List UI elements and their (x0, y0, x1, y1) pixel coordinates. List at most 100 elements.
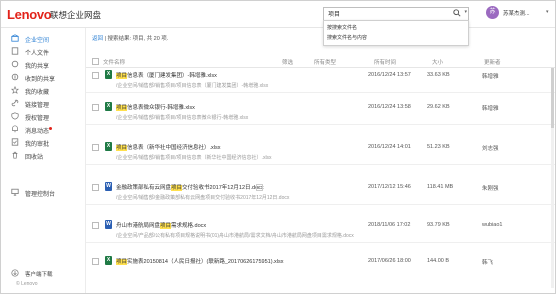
sidebar-item-link-management[interactable]: 链接管理 (1, 97, 85, 110)
column-name[interactable]: 文件名称 (103, 58, 125, 66)
column-size[interactable]: 大小 (432, 58, 443, 66)
word-file-icon: W (105, 220, 112, 229)
sidebar-item-recycle-bin[interactable]: 回收站 (1, 149, 85, 162)
link-icon (11, 99, 19, 107)
file-size: 118.41 MB (427, 184, 454, 190)
version-badge[interactable]: 1 (256, 184, 263, 191)
chevron-down-icon[interactable]: ▾ (464, 9, 467, 15)
search-summary: 搜索结果: 项目, 共 20 项. (107, 36, 169, 42)
file-name[interactable]: 项目信息表（新华社中国经济信息社）.xlsx (116, 143, 221, 151)
search-icon[interactable] (453, 9, 461, 17)
file-path[interactable]: /企业空间/产品部/公有私有项目规格说明书(01)舟山市港航局/需求文档/舟山市… (116, 232, 354, 239)
approval-icon (11, 138, 19, 146)
sidebar-item-my-approval[interactable]: 我的审批 (1, 136, 85, 149)
personal-files-icon (11, 47, 19, 55)
modified-time: 2018/11/06 17:02 (368, 222, 411, 228)
file-name-highlight: 项目 (171, 185, 183, 191)
file-size: 29.62 KB (427, 104, 450, 110)
client-download-label: 客户端下载 (25, 272, 53, 278)
file-size: 33.63 KB (427, 72, 450, 78)
breadcrumb: 返回 | 搜索结果: 项目, 共 20 项. (92, 34, 168, 42)
sidebar-item-personal-files[interactable]: 个人文件 (1, 45, 85, 58)
file-owner: 韩增雅 (482, 106, 499, 112)
sidebar-item-enterprise-space[interactable]: 企业空间 (1, 32, 85, 45)
file-name-highlight: 项目 (116, 259, 128, 265)
file-path[interactable]: /企业空间/销售部/金融政策部私有云网盘项目交付验收书2017年12月12日.d… (116, 194, 289, 201)
sidebar-item-received-share[interactable]: 收到的共享 (1, 71, 85, 84)
sidebar-item-label: 消息动态 (25, 129, 50, 135)
file-name[interactable]: 项目信息表（厦门建发集团）-韩增雅.xlsx (116, 71, 217, 79)
file-name-part: 信息表（厦门建发集团）-韩增雅.xlsx (127, 73, 217, 79)
received-share-icon (11, 73, 19, 81)
row-checkbox[interactable] (92, 184, 99, 191)
row-checkbox[interactable] (92, 222, 99, 229)
excel-file-icon: X (105, 102, 112, 111)
row-checkbox[interactable] (92, 72, 99, 79)
main-content: 返回 | 搜索结果: 项目, 共 20 项. 文件名称 筛选 所有类型 所有时间… (86, 28, 555, 292)
sidebar-item-label: 回收站 (25, 155, 44, 161)
file-name-highlight: 项目 (160, 223, 172, 229)
permission-icon (11, 112, 19, 120)
suggest-filename[interactable]: 按搜索文件名 (327, 24, 357, 31)
client-download-link[interactable]: 客户端下载 (1, 268, 85, 279)
enterprise-space-icon (11, 34, 19, 42)
search-input[interactable]: 项目 ▾ (323, 7, 469, 21)
file-owner: 韩增雅 (482, 74, 499, 80)
table-row[interactable]: X 项目信息表微众银行-韩增雅.xlsx /企业空间/销售部/销售项目/项目信息… (86, 100, 555, 125)
filter-label: 筛选 (282, 60, 294, 66)
time-filter[interactable]: 所有时间 (374, 58, 396, 66)
download-icon (11, 269, 19, 277)
table-row[interactable]: X 项目实施表20150814（人民日报社）(联新路_2017062617595… (86, 254, 555, 278)
sidebar-item-my-share[interactable]: 我的共享 (1, 58, 85, 71)
sidebar-item-label: 收到的共享 (25, 77, 56, 83)
sidebar-item-favorites[interactable]: 我的收藏 (1, 84, 85, 97)
file-owner: 朱刚强 (482, 186, 499, 192)
table-row[interactable]: W 金融政策部私有云网盘项目交付验收书2017年12月12日.docx 1 /企… (86, 180, 555, 205)
file-name-highlight: 项目 (116, 73, 128, 79)
file-name[interactable]: 舟山市港航局网盘项目需求规格.docx (116, 221, 206, 229)
file-name-part: 信息表微众银行-韩增雅.xlsx (127, 105, 195, 111)
back-link[interactable]: 返回 (92, 36, 103, 42)
sidebar-item-permission-management[interactable]: 授权管理 (1, 110, 85, 123)
file-name[interactable]: 项目实施表20150814（人民日报社）(联新路_20170626175951)… (116, 257, 284, 265)
file-name-part: 信息表（新华社中国经济信息社）.xlsx (127, 145, 221, 151)
table-row[interactable]: W 舟山市港航局网盘项目需求规格.docx /企业空间/产品部/公有私有项目规格… (86, 218, 555, 243)
message-icon (12, 125, 18, 133)
suggest-content[interactable]: 搜索文件名与内容 (327, 34, 367, 41)
select-all-checkbox[interactable] (92, 58, 99, 65)
file-size: 144.00 B (427, 258, 450, 264)
file-name-highlight: 项目 (116, 105, 128, 111)
row-checkbox[interactable] (92, 104, 99, 111)
modified-time: 2016/12/24 13:58 (368, 104, 411, 110)
scrollbar[interactable] (551, 68, 554, 288)
row-checkbox[interactable] (92, 258, 99, 265)
file-name-part: 实施表20150814（人民日报社）(联新路_20170626175951).x… (127, 259, 284, 265)
sidebar-item-label: 管理控制台 (25, 192, 56, 198)
chevron-down-icon[interactable]: ▾ (546, 9, 549, 15)
column-owner[interactable]: 更新者 (484, 58, 501, 66)
file-owner: 韩飞 (482, 260, 494, 266)
avatar[interactable]: 苏 (486, 6, 499, 19)
scrollbar-thumb[interactable] (551, 68, 554, 128)
file-owner: 刘志强 (482, 146, 499, 152)
file-name[interactable]: 项目信息表微众银行-韩增雅.xlsx (116, 103, 195, 111)
type-filter[interactable]: 所有类型 (314, 58, 336, 66)
table-row[interactable]: X 项目信息表（新华社中国经济信息社）.xlsx /企业空间/销售部/销售项目/… (86, 140, 555, 165)
lenovo-logo[interactable]: Lenovo (7, 7, 52, 22)
table-row[interactable]: X 项目信息表（厦门建发集团）-韩增雅.xlsx /企业空间/销售部/销售项目/… (86, 68, 555, 93)
search-value: 项目 (328, 12, 341, 18)
table-header: 文件名称 筛选 所有类型 所有时间 大小 更新者 (86, 55, 555, 68)
file-path[interactable]: /企业空间/销售部/销售项目/项目信息表（新华社中国经济信息社）.xlsx (116, 154, 272, 161)
search-suggestions: 按搜索文件名 搜索文件名与内容 (323, 20, 469, 46)
file-name[interactable]: 金融政策部私有云网盘项目交付验收书2017年12月12日.docx (116, 183, 264, 191)
excel-file-icon: X (105, 256, 112, 265)
file-name-part: 金融政策部私有云网盘 (116, 185, 172, 191)
row-checkbox[interactable] (92, 144, 99, 151)
file-path[interactable]: /企业空间/销售部/销售项目/项目信息表（厦门建发集团）-韩增雅.xlsx (116, 82, 268, 89)
file-path[interactable]: /企业空间/销售部/销售项目/项目信息表微众银行-韩增雅.xlsx (116, 114, 248, 121)
sidebar-item-admin-console[interactable]: 管理控制台 (1, 186, 85, 199)
breadcrumb-separator: | (104, 36, 106, 42)
sidebar-item-messages[interactable]: 消息动态 (1, 123, 85, 136)
user-name[interactable]: 苏某杰测... (503, 9, 530, 17)
file-name-part: 交付验收书2017年12月12日.docx (182, 185, 264, 191)
